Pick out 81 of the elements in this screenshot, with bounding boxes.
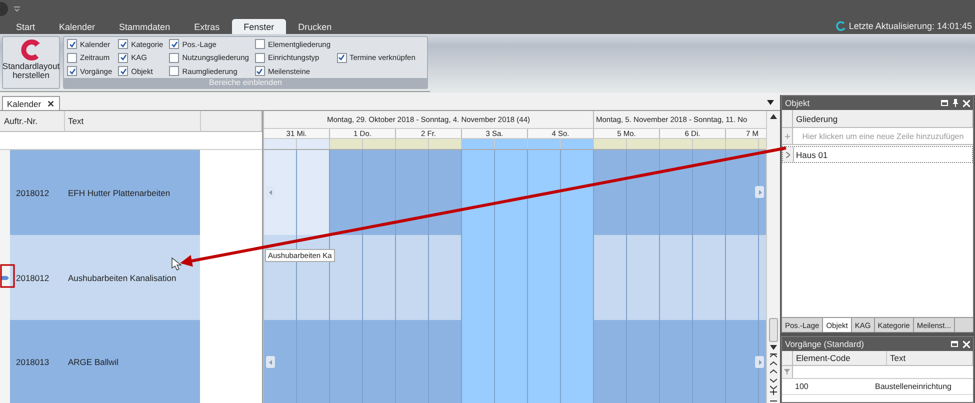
last-update-text: Letzte Aktualisierung: 14:01:45	[848, 21, 972, 31]
order-text-cell: ARGE Ballwil	[68, 320, 200, 403]
schedule-cell[interactable]	[330, 235, 396, 320]
scroll-right-icon[interactable]	[755, 186, 764, 198]
drag-handle-icon[interactable]	[1, 274, 9, 280]
menu-tab[interactable]: Stammdaten	[107, 19, 182, 34]
maximize-icon[interactable]	[951, 341, 958, 347]
task-text-cell-text: Baustelleneinrichtung	[874, 382, 952, 391]
schedule-cell[interactable]	[528, 320, 594, 403]
schedule-cell[interactable]	[528, 150, 594, 235]
scroll-up-icon[interactable]	[770, 114, 777, 119]
column-header[interactable]: Text	[65, 111, 201, 131]
menu-tab[interactable]: Kalender	[47, 19, 108, 34]
checkbox-box[interactable]	[118, 66, 128, 76]
order-number-cell: 2018012	[10, 150, 68, 235]
dropdown-caret-icon[interactable]	[767, 100, 774, 105]
schedule-cell[interactable]	[660, 150, 726, 235]
schedule-cell[interactable]	[264, 320, 330, 403]
schedule-cell[interactable]	[462, 150, 528, 235]
schedule-cell[interactable]	[594, 150, 660, 235]
checkbox-box[interactable]	[254, 66, 265, 76]
checkbox-box[interactable]	[118, 39, 128, 49]
schedule-cell[interactable]	[330, 150, 396, 235]
menu-tab[interactable]: Drucken	[286, 19, 344, 34]
column-header[interactable]: Text	[887, 351, 973, 365]
quick-access-icon[interactable]	[14, 6, 20, 12]
order-number-cell: 2018013	[10, 320, 68, 403]
schedule-cell[interactable]	[594, 320, 660, 403]
schedule-cell[interactable]	[330, 320, 396, 403]
scroll-left-icon[interactable]	[266, 356, 275, 368]
document-tab-label[interactable]: Kalender	[7, 98, 42, 108]
scroll-right-icon[interactable]	[755, 356, 764, 368]
add-row-icon	[784, 134, 790, 138]
checkbox-box[interactable]	[67, 66, 77, 76]
menu-tab[interactable]: Fenster	[232, 19, 286, 34]
pin-icon[interactable]	[953, 99, 958, 107]
document-tab[interactable]: Kalender ✕	[2, 96, 60, 110]
order-number-cell: 2018012	[10, 235, 68, 320]
schedule-cell[interactable]	[462, 320, 528, 403]
refresh-icon	[836, 21, 846, 31]
navigation-icons-drawing[interactable]	[770, 353, 777, 403]
order-text-cell: EFH Hutter Plattenarbeiten	[68, 150, 200, 235]
order-text-cell: Aushubarbeiten Kanalisation	[68, 235, 200, 320]
schedule-cell[interactable]	[396, 150, 462, 235]
mouse-cursor-icon	[172, 257, 182, 270]
schedule-cell[interactable]	[264, 150, 330, 235]
close-button[interactable]: ✕	[47, 98, 56, 108]
app-orb[interactable]	[0, 2, 8, 16]
group-label: Bereiche einblenden	[64, 78, 427, 88]
scrollbar-thumb[interactable]	[769, 318, 778, 342]
schedule-cell[interactable]	[396, 320, 462, 403]
close-icon[interactable]	[963, 100, 970, 106]
expand-icon[interactable]	[786, 152, 790, 158]
schedule-cell[interactable]	[396, 235, 462, 320]
checkbox-box[interactable]	[67, 39, 77, 49]
checkbox-box[interactable]	[118, 52, 128, 62]
checkbox-box[interactable]	[169, 52, 180, 62]
panel-title: Objekt	[785, 98, 810, 108]
scroll-down-icon[interactable]	[770, 345, 777, 350]
element-code-cell-text: 100	[794, 382, 810, 391]
reset-icon	[20, 39, 42, 61]
schedule-cell[interactable]	[660, 320, 726, 403]
menu-tab[interactable]: Extras	[182, 19, 232, 34]
reset-layout-button[interactable]: Standardlayout herstellen	[2, 36, 60, 89]
annotation-frame	[0, 264, 15, 288]
filter-icon[interactable]	[784, 369, 790, 375]
close-icon[interactable]	[963, 340, 970, 348]
schedule-cell[interactable]	[660, 235, 726, 320]
schedule-cell[interactable]	[594, 235, 660, 320]
checkbox-box[interactable]	[67, 52, 77, 62]
panel-title: Vorgänge (Standard)	[785, 339, 864, 349]
scroll-left-icon[interactable]	[266, 186, 275, 198]
checkbox-box[interactable]	[336, 52, 346, 62]
checkbox-box[interactable]	[254, 39, 265, 49]
menu-tab[interactable]: Start	[4, 19, 48, 34]
checkbox-box[interactable]	[169, 39, 180, 49]
checkbox-box[interactable]	[169, 66, 180, 76]
column-header[interactable]: Auftr.-Nr.	[0, 111, 65, 131]
maximize-icon[interactable]	[941, 100, 948, 106]
column-header[interactable]: Element-Code	[793, 351, 887, 365]
checkbox-box[interactable]	[254, 52, 265, 62]
